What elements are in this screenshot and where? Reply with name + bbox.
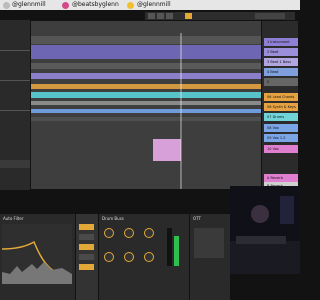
track-header-5[interactable]: 5 xyxy=(264,78,298,86)
studio-video xyxy=(230,186,300,274)
mode-button-1[interactable] xyxy=(79,224,94,230)
crunch-knob[interactable] xyxy=(124,228,134,238)
ott-title: OTT xyxy=(193,216,201,221)
browser-panel xyxy=(0,20,30,190)
track-header-6[interactable]: 06 Lead Chords xyxy=(264,93,298,101)
clip-fx xyxy=(31,117,261,121)
twitter-icon xyxy=(3,1,10,9)
track-header-7[interactable]: 06 Synth & Keys xyxy=(264,103,298,111)
handle-beatsbyglenn: @beatsbyglenn xyxy=(72,1,119,8)
drive-knob[interactable] xyxy=(104,228,114,238)
position-display[interactable] xyxy=(255,13,285,19)
clip-vox xyxy=(31,101,261,105)
record-button[interactable] xyxy=(166,13,173,19)
meter-right xyxy=(174,236,179,266)
track-header-3[interactable]: 3 Beat 1 Bass xyxy=(264,58,298,66)
loop-brace xyxy=(31,36,261,44)
track-header-11[interactable]: 10 Vox xyxy=(264,145,298,153)
ott-device: OTT xyxy=(190,214,230,300)
drum-buss-title: Drum Buss xyxy=(102,216,124,221)
mode-button-2[interactable] xyxy=(79,234,94,240)
drum-buss-device: Drum Buss xyxy=(99,214,189,300)
ott-display[interactable] xyxy=(194,228,224,258)
webcam-overlay xyxy=(230,186,300,274)
trim-knob[interactable] xyxy=(104,252,114,262)
clip-instrument xyxy=(31,45,261,59)
boom-knob[interactable] xyxy=(144,228,154,238)
transients-knob[interactable] xyxy=(144,252,154,262)
clip-synth xyxy=(31,84,261,89)
clip-area xyxy=(31,33,261,189)
track-header-10[interactable]: 09 Vox 1.2 xyxy=(264,134,298,142)
handle-glennmill-2: @glennmill xyxy=(137,1,171,8)
stop-button[interactable] xyxy=(157,13,164,19)
clip-bass xyxy=(31,73,261,79)
track-header-12[interactable]: A Reverb xyxy=(264,174,298,182)
clip-pink-selection xyxy=(153,139,181,161)
clip-vox-1 xyxy=(31,109,261,113)
loop-toggle[interactable] xyxy=(185,13,192,19)
track-header-9[interactable]: 08 Vox xyxy=(264,124,298,132)
social-banner: @glennmill @beatsbyglenn @glennmill xyxy=(0,0,300,10)
filter-curve[interactable] xyxy=(2,224,72,284)
clip-drums xyxy=(31,92,261,98)
mode-button-5[interactable] xyxy=(79,264,94,270)
instagram-icon xyxy=(62,1,69,9)
play-button[interactable] xyxy=(148,13,155,19)
clip-beat xyxy=(31,63,261,69)
browser-footer xyxy=(0,160,30,168)
track-header-8[interactable]: 07 Drums xyxy=(264,113,298,121)
auto-filter-title: Auto Filter xyxy=(3,216,24,221)
track-header-4[interactable]: 4 Beat xyxy=(264,68,298,76)
transport-bar xyxy=(145,12,295,20)
mode-button-4[interactable] xyxy=(79,254,94,260)
damp-knob[interactable] xyxy=(124,252,134,262)
track-header-1[interactable]: 1 Instrument xyxy=(264,38,298,46)
meter-left xyxy=(167,228,172,266)
handle-glennmill: @glennmill xyxy=(12,1,46,8)
auto-filter-device: Auto Filter xyxy=(0,214,75,300)
mode-button-3[interactable] xyxy=(79,244,94,250)
track-header-2[interactable]: 2 Beat xyxy=(264,48,298,56)
device-sidebar xyxy=(76,214,98,300)
snapchat-icon xyxy=(127,1,134,9)
